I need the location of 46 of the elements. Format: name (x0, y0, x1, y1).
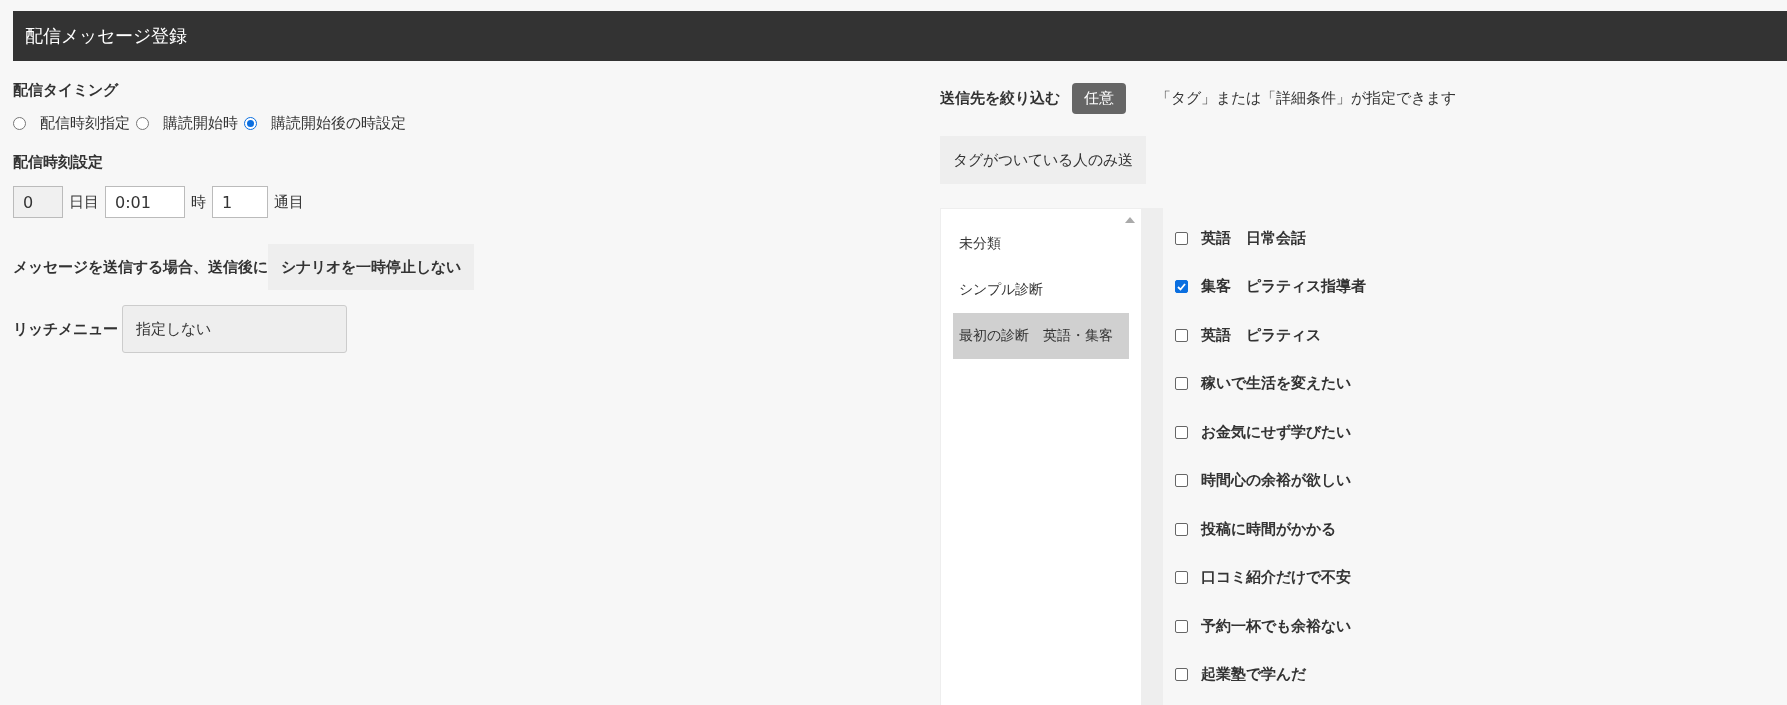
tag-label: 英語 ピラティス (1201, 325, 1321, 345)
radio-label: 購読開始後の時設定 (271, 114, 406, 133)
filter-note: 「タグ」または「詳細条件」が指定できます (1156, 89, 1456, 108)
radio-button[interactable] (13, 117, 26, 130)
tag-label: 起業塾で学んだ (1201, 665, 1306, 685)
pause-select[interactable]: シナリオを一時停止しない (268, 244, 474, 290)
tag-label: 稼いで生活を変えたい (1201, 374, 1351, 394)
tag-label: 時間心の余裕が欲しい (1201, 471, 1351, 491)
tag-label: 投稿に時間がかかる (1201, 519, 1336, 539)
tag-label: 口コミ紹介だけで不安 (1201, 568, 1351, 588)
tag-checkbox[interactable] (1175, 571, 1188, 585)
filter-label: 送信先を絞り込む (940, 89, 1060, 108)
category-item[interactable]: 最初の診断 英語・集客 (953, 313, 1129, 359)
radio-label: 配信時刻指定 (40, 114, 130, 133)
tag-label: 集客 ピラティス指導者 (1201, 277, 1366, 297)
after-send-label: メッセージを送信する場合、送信後に (13, 257, 268, 277)
tag-label: お金気にせず学びたい (1201, 422, 1351, 442)
optional-badge: 任意 (1072, 83, 1126, 114)
count-unit-label: 通目 (274, 192, 304, 212)
tag-checkbox[interactable] (1175, 328, 1188, 342)
radio-label: 購読開始時 (163, 114, 238, 133)
section-heading: 配信タイミング (13, 81, 120, 100)
day-unit-label: 日目 (69, 192, 99, 212)
tag-checkbox[interactable] (1175, 619, 1188, 633)
radio-button[interactable] (136, 117, 149, 130)
tag-checkbox[interactable] (1175, 231, 1188, 245)
category-item[interactable]: シンプル診断 (953, 267, 1129, 313)
tag-checkbox[interactable] (1175, 668, 1188, 682)
filter-mode-select[interactable]: タグがついている人のみ送 (940, 136, 1146, 184)
count-field[interactable]: 1 (212, 186, 268, 218)
day-field[interactable]: 0 (13, 186, 63, 218)
rich-menu-label: リッチメニュー (13, 319, 118, 339)
section-heading: 配信時刻設定 (13, 153, 104, 172)
tag-label: 英語 日常会話 (1201, 228, 1306, 248)
tag-checkbox[interactable] (1175, 522, 1188, 536)
rich-menu-select[interactable]: 指定しない (122, 305, 347, 353)
tag-checkbox[interactable] (1175, 474, 1188, 488)
time-field[interactable]: 0:01 (105, 186, 185, 218)
tag-checkbox[interactable] (1175, 425, 1188, 439)
tag-checkbox[interactable] (1175, 280, 1188, 294)
page-title: 配信メッセージ登録 (13, 11, 1787, 61)
radio-button[interactable] (244, 117, 257, 130)
time-unit-label: 時 (191, 192, 206, 212)
category-item[interactable]: 未分類 (953, 221, 1129, 267)
tag-checkbox[interactable] (1175, 377, 1188, 391)
tag-label: 予約一杯でも余裕ない (1201, 616, 1351, 636)
